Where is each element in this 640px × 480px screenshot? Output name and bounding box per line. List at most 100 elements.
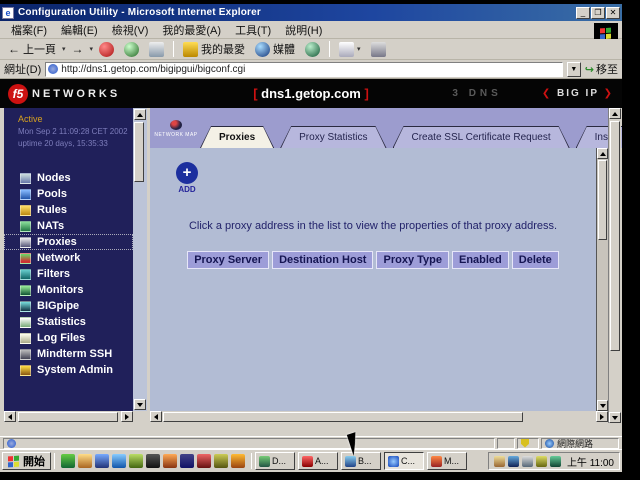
column-header-proxy-type: Proxy Type — [376, 251, 449, 269]
address-dropdown-icon[interactable]: ▼ — [567, 62, 581, 77]
scroll-up-icon[interactable] — [134, 109, 146, 120]
add-proxy-button[interactable]: + ADD — [172, 162, 202, 194]
tab-proxies[interactable]: Proxies — [200, 126, 274, 148]
sidebar-horizontal-scrollbar[interactable] — [4, 411, 147, 423]
sidebar-item-label: BIGpipe — [37, 300, 79, 312]
network-status-icon[interactable] — [508, 456, 519, 467]
minimize-button[interactable]: _ — [576, 7, 590, 19]
scroll-down-icon[interactable] — [609, 412, 621, 423]
scrollbar-thumb[interactable] — [598, 160, 607, 240]
sidebar-item-nats[interactable]: NATs — [4, 218, 133, 234]
address-input[interactable]: http://dns1.getop.com/bigipgui/bigconf.c… — [45, 62, 563, 77]
quicklaunch-icon[interactable] — [214, 454, 228, 468]
display-settings-icon[interactable] — [522, 456, 533, 467]
windows-logo-icon — [600, 27, 612, 39]
scroll-right-icon[interactable] — [596, 411, 608, 422]
back-dropdown-icon[interactable]: ▾ — [62, 45, 66, 53]
back-button[interactable]: ← 上一頁 — [4, 40, 60, 58]
stop-button[interactable] — [95, 41, 118, 58]
scroll-up-icon[interactable] — [597, 148, 608, 159]
media-button[interactable]: 媒體 — [251, 40, 299, 58]
print-button[interactable] — [367, 41, 390, 58]
scroll-down-icon[interactable] — [597, 400, 608, 411]
volume-icon[interactable] — [494, 456, 505, 467]
sidebar-item-monitors[interactable]: Monitors — [4, 282, 133, 298]
mail-button[interactable]: ▾ — [335, 41, 365, 58]
scrollbar-thumb[interactable] — [610, 121, 620, 351]
ime-language-icon[interactable] — [536, 456, 547, 467]
sidebar-item-proxies[interactable]: Proxies — [4, 234, 133, 250]
sidebar-item-statistics[interactable]: Statistics — [4, 314, 133, 330]
quicklaunch-icon[interactable] — [197, 454, 211, 468]
task-button-3[interactable]: B... — [341, 452, 381, 470]
menu-view[interactable]: 檢視(V) — [105, 21, 156, 39]
network-icon — [20, 253, 31, 264]
go-button[interactable]: ↪ 移至 — [585, 61, 618, 77]
network-map-button[interactable]: NETWORK MAP — [156, 112, 196, 146]
sidebar-item-filters[interactable]: Filters — [4, 266, 133, 282]
home-button[interactable] — [145, 41, 168, 58]
quicklaunch-icon[interactable] — [129, 454, 143, 468]
quicklaunch-icon[interactable] — [146, 454, 160, 468]
quicklaunch-icon[interactable] — [231, 454, 245, 468]
sidebar-item-system-admin[interactable]: System Admin — [4, 362, 133, 378]
quicklaunch-icon[interactable] — [163, 454, 177, 468]
desktop-screen: e Configuration Utility - Microsoft Inte… — [0, 4, 622, 472]
quicklaunch-icon[interactable] — [78, 454, 92, 468]
content-horizontal-scrollbar[interactable] — [150, 411, 608, 423]
forward-dropdown-icon[interactable]: ▾ — [90, 45, 94, 53]
maximize-button[interactable]: ❐ — [591, 7, 605, 19]
taskbar-separator — [251, 453, 252, 469]
tab-proxy-statistics[interactable]: Proxy Statistics — [280, 126, 386, 148]
antivirus-icon[interactable] — [550, 456, 561, 467]
sidebar-item-rules[interactable]: Rules — [4, 202, 133, 218]
scroll-left-icon[interactable] — [4, 411, 16, 422]
scroll-down-icon[interactable] — [134, 399, 146, 410]
task-button-5[interactable]: M... — [427, 452, 467, 470]
window-vertical-scrollbar[interactable] — [608, 108, 621, 423]
task-button-2[interactable]: A... — [298, 452, 338, 470]
task-button-1[interactable]: D... — [255, 452, 295, 470]
sidebar-item-label: Pools — [37, 188, 67, 200]
tab-label: Proxy Statistics — [281, 127, 385, 148]
close-button[interactable]: ✕ — [606, 7, 620, 19]
sidebar-item-pools[interactable]: Pools — [4, 186, 133, 202]
refresh-button[interactable] — [120, 41, 143, 58]
scroll-left-icon[interactable] — [150, 411, 162, 422]
sidebar-nav: Nodes Pools Rules NATs Proxies Network — [4, 170, 133, 378]
sidebar-item-bigpipe[interactable]: BIGpipe — [4, 298, 133, 314]
rules-icon — [20, 205, 31, 216]
task-button-4[interactable]: C... — [384, 452, 424, 470]
scroll-right-icon[interactable] — [121, 411, 133, 422]
sidebar-item-mindterm-ssh[interactable]: Mindterm SSH — [4, 346, 133, 362]
forward-button[interactable]: → — [68, 41, 88, 57]
tab-create-ssl-certificate-request[interactable]: Create SSL Certificate Request — [393, 126, 570, 148]
favorites-button[interactable]: 我的最愛 — [179, 40, 249, 58]
start-button[interactable]: 開始 — [2, 452, 51, 470]
menu-edit[interactable]: 編輯(E) — [54, 21, 105, 39]
content-vertical-scrollbar[interactable] — [596, 148, 608, 411]
menu-tools[interactable]: 工具(T) — [228, 21, 278, 39]
toolbar-separator — [329, 41, 330, 57]
history-button[interactable] — [301, 41, 324, 58]
sidebar-item-network[interactable]: Network — [4, 250, 133, 266]
sidebar-item-nodes[interactable]: Nodes — [4, 170, 133, 186]
sidebar-item-log-files[interactable]: Log Files — [4, 330, 133, 346]
back-label: 上一頁 — [23, 41, 56, 57]
content-region: Active Mon Sep 2 11:09:28 CET 2002 uptim… — [0, 108, 622, 423]
menu-file[interactable]: 檔案(F) — [4, 21, 54, 39]
scrollbar-thumb[interactable] — [134, 122, 144, 182]
system-datetime: Mon Sep 2 11:09:28 CET 2002 — [4, 127, 133, 136]
quicklaunch-icon[interactable] — [95, 454, 109, 468]
menu-help[interactable]: 說明(H) — [278, 21, 329, 39]
scrollbar-thumb[interactable] — [18, 412, 118, 422]
sidebar-vertical-scrollbar[interactable] — [133, 108, 147, 411]
scrollbar-thumb[interactable] — [163, 412, 523, 422]
quicklaunch-icon[interactable] — [180, 454, 194, 468]
scroll-up-icon[interactable] — [609, 108, 621, 119]
menu-favorites[interactable]: 我的最愛(A) — [155, 21, 228, 39]
proxies-icon — [20, 237, 31, 248]
quicklaunch-icon[interactable] — [112, 454, 126, 468]
taskbar-clock[interactable]: 上午 11:00 — [564, 454, 614, 469]
quicklaunch-icon[interactable] — [61, 454, 75, 468]
